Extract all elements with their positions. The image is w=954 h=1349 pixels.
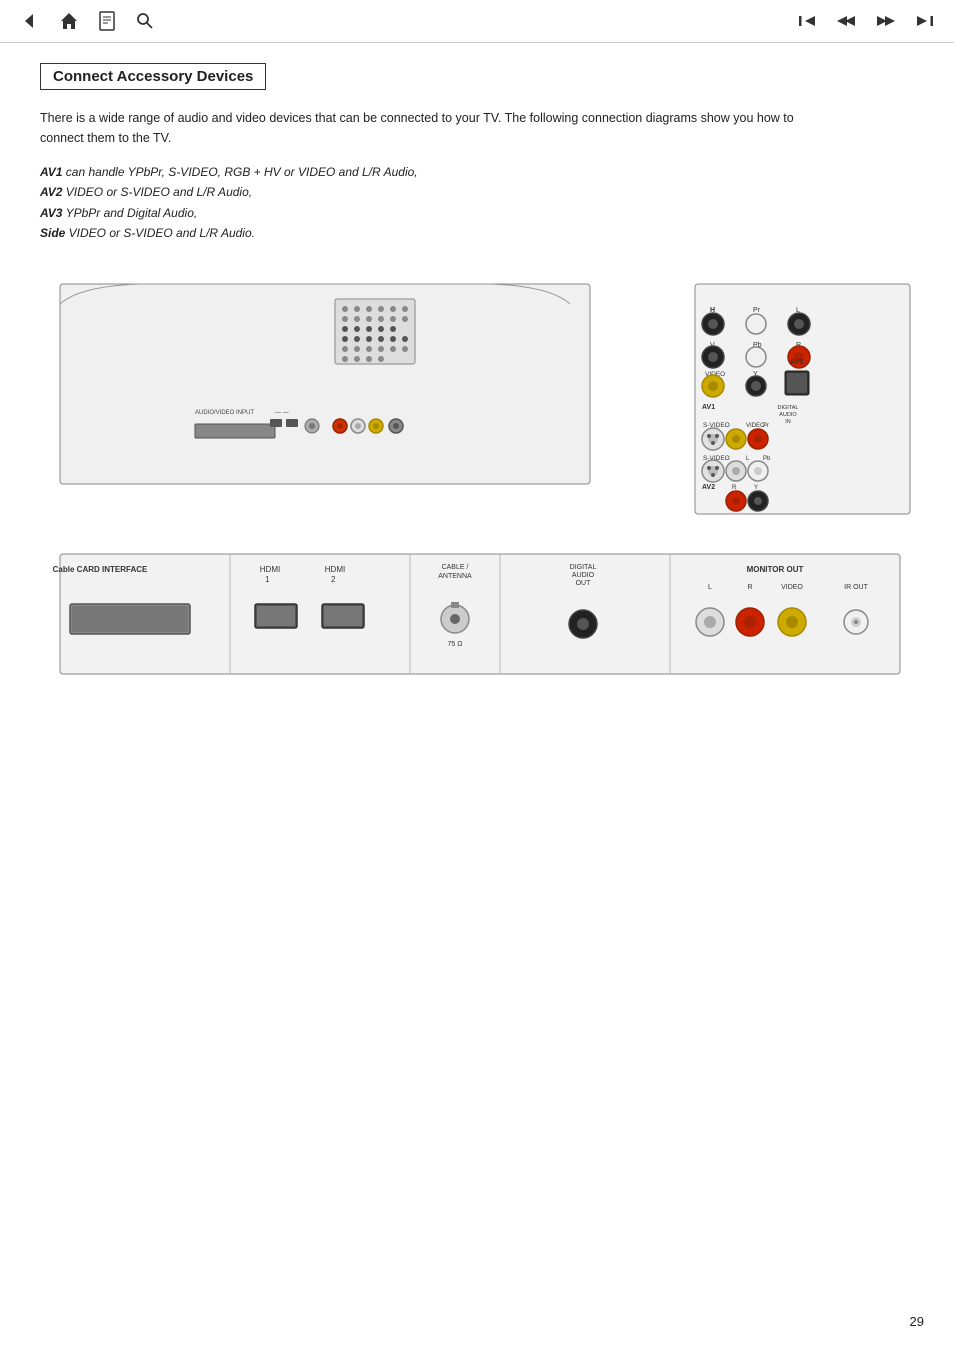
description-text: There is a wide range of audio and video…: [40, 108, 840, 148]
svg-text:HDMI: HDMI: [260, 565, 280, 574]
prev-track-icon[interactable]: [798, 10, 820, 32]
nav-right: [798, 10, 934, 32]
svg-text:DIGITAL: DIGITAL: [778, 405, 799, 411]
svg-text:1: 1: [265, 575, 270, 584]
page-number: 29: [910, 1314, 924, 1329]
rewind-icon[interactable]: [836, 10, 858, 32]
diagram-area: AUDIO/VIDEO INPUT — —: [40, 264, 914, 697]
av3-note: AV3 YPbPr and Digital Audio,: [40, 203, 914, 223]
svg-text:MONITOR OUT: MONITOR OUT: [747, 565, 804, 574]
svg-text:OUT: OUT: [576, 580, 592, 587]
play-icon[interactable]: [874, 10, 896, 32]
svg-text:R: R: [747, 584, 752, 591]
svg-text:L: L: [708, 584, 712, 591]
svg-text:AUDIO: AUDIO: [779, 412, 797, 418]
svg-text:Pr: Pr: [753, 307, 761, 314]
svg-text:IN: IN: [785, 419, 791, 425]
back-button[interactable]: [20, 10, 42, 32]
svg-text:AV1: AV1: [702, 404, 715, 411]
nav-left: [20, 10, 156, 32]
av-notes: AV1 can handle YPbPr, S-VIDEO, RGB + HV …: [40, 162, 914, 244]
svg-text:DIGITAL: DIGITAL: [570, 564, 597, 571]
svg-text:R: R: [732, 485, 737, 491]
next-track-icon[interactable]: [912, 10, 934, 32]
svg-text:AUDIO/VIDEO INPUT: AUDIO/VIDEO INPUT: [195, 410, 254, 416]
svg-text:VIDEO: VIDEO: [781, 584, 803, 591]
section-title: Connect Accessory Devices: [40, 63, 266, 90]
svg-text:Y: Y: [754, 485, 758, 491]
top-nav: [0, 0, 954, 43]
svg-text:— —: — —: [275, 410, 289, 416]
document-icon[interactable]: [96, 10, 118, 32]
home-icon[interactable]: [58, 10, 80, 32]
svg-text:AUDIO: AUDIO: [572, 572, 595, 579]
svg-text:AV3: AV3: [790, 359, 803, 366]
connector-diagram: AUDIO/VIDEO INPUT — —: [40, 264, 930, 694]
svg-text:CABLE /: CABLE /: [442, 564, 469, 571]
svg-text:75 Ω: 75 Ω: [448, 641, 463, 648]
search-icon[interactable]: [134, 10, 156, 32]
main-content: Connect Accessory Devices There is a wid…: [0, 43, 954, 717]
svg-text:ANTENNA: ANTENNA: [438, 573, 472, 580]
svg-text:Pr: Pr: [763, 423, 769, 429]
svg-text:IR OUT: IR OUT: [844, 584, 868, 591]
svg-text:Pb: Pb: [763, 456, 771, 462]
svg-text:HDMI: HDMI: [325, 565, 345, 574]
svg-text:Cable CARD INTERFACE: Cable CARD INTERFACE: [53, 565, 148, 574]
side-note: Side VIDEO or S-VIDEO and L/R Audio.: [40, 223, 914, 243]
svg-text:AV2: AV2: [702, 484, 715, 491]
svg-text:2: 2: [331, 575, 336, 584]
av2-note: AV2 VIDEO or S-VIDEO and L/R Audio,: [40, 182, 914, 202]
av1-note: AV1 can handle YPbPr, S-VIDEO, RGB + HV …: [40, 162, 914, 182]
